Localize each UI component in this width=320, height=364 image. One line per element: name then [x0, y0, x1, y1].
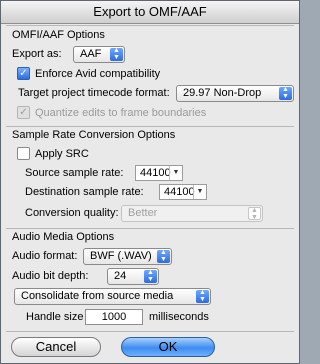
export-as-popup[interactable]: AAF ▲ ▼ [73, 46, 125, 63]
popup-arrows-icon: ▲ ▼ [110, 47, 123, 61]
handle-size-label: Handle size [26, 311, 84, 323]
ok-button[interactable]: OK [121, 337, 215, 357]
consolidate-popup[interactable]: Consolidate from source media ▲ ▼ [14, 288, 211, 305]
dest-rate-combo[interactable]: 44100 ▼ [159, 184, 207, 200]
quality-value: Better [128, 207, 158, 219]
timecode-value: 29.97 Non-Drop [183, 87, 262, 99]
handle-size-input[interactable]: 1000 [85, 309, 143, 325]
cancel-button[interactable]: Cancel [11, 337, 101, 357]
chevron-down-icon[interactable]: ▼ [193, 185, 206, 199]
export-as-label: Export as: [12, 48, 62, 60]
handle-units-label: milliseconds [149, 311, 209, 323]
buttons-divider [6, 331, 294, 332]
apply-src-checkbox[interactable] [17, 147, 30, 160]
bit-depth-value: 24 [114, 270, 127, 282]
popup-arrows-icon: ▲ ▼ [144, 269, 157, 283]
consolidate-value: Consolidate from source media [21, 290, 174, 302]
timecode-popup[interactable]: 29.97 Non-Drop ▲ ▼ [176, 85, 294, 102]
dest-rate-label: Destination sample rate: [25, 186, 144, 198]
timecode-label: Target project timecode format: [18, 87, 170, 99]
quantize-label: Quantize edits to frame boundaries [35, 107, 207, 119]
audio-format-value: BWF (.WAV) [90, 250, 152, 262]
quality-popup[interactable]: Better ▲ ▼ [121, 205, 263, 222]
src-group-title: Sample Rate Conversion Options [12, 129, 176, 141]
omfi-group-title: OMFI/AAF Options [12, 29, 105, 41]
dest-rate-value: 44100 [164, 186, 195, 198]
source-rate-combo[interactable]: 44100 ▼ [135, 165, 183, 181]
enforce-avid-checkbox[interactable]: ✓ [17, 67, 30, 80]
dialog-title: Export to OMF/AAF [1, 1, 299, 24]
audio-group-divider [6, 228, 294, 229]
source-rate-value: 44100 [140, 167, 171, 179]
audio-format-label: Audio format: [12, 250, 78, 262]
quantize-checkbox[interactable]: ✓ [17, 106, 30, 119]
apply-src-label: Apply SRC [35, 148, 89, 160]
source-rate-label: Source sample rate: [25, 167, 124, 179]
popup-arrows-icon: ▲ ▼ [279, 86, 292, 100]
bit-depth-popup[interactable]: 24 ▲ ▼ [107, 268, 159, 285]
audio-format-popup[interactable]: BWF (.WAV) ▲ ▼ [83, 248, 172, 265]
popup-arrows-icon: ▲ ▼ [157, 249, 170, 263]
popup-arrows-icon: ▲ ▼ [196, 289, 209, 303]
popup-arrows-icon: ▲ ▼ [248, 207, 261, 221]
bit-depth-label: Audio bit depth: [12, 270, 89, 282]
audio-group-title: Audio Media Options [12, 231, 115, 243]
enforce-avid-label: Enforce Avid compatibility [35, 68, 161, 80]
omfi-group-divider [6, 25, 294, 26]
export-as-value: AAF [80, 48, 102, 60]
quality-label: Conversion quality: [25, 207, 119, 219]
chevron-down-icon[interactable]: ▼ [169, 166, 182, 180]
src-group-divider [6, 126, 294, 127]
export-dialog: Export to OMF/AAF OMFI/AAF Options Expor… [0, 0, 300, 364]
